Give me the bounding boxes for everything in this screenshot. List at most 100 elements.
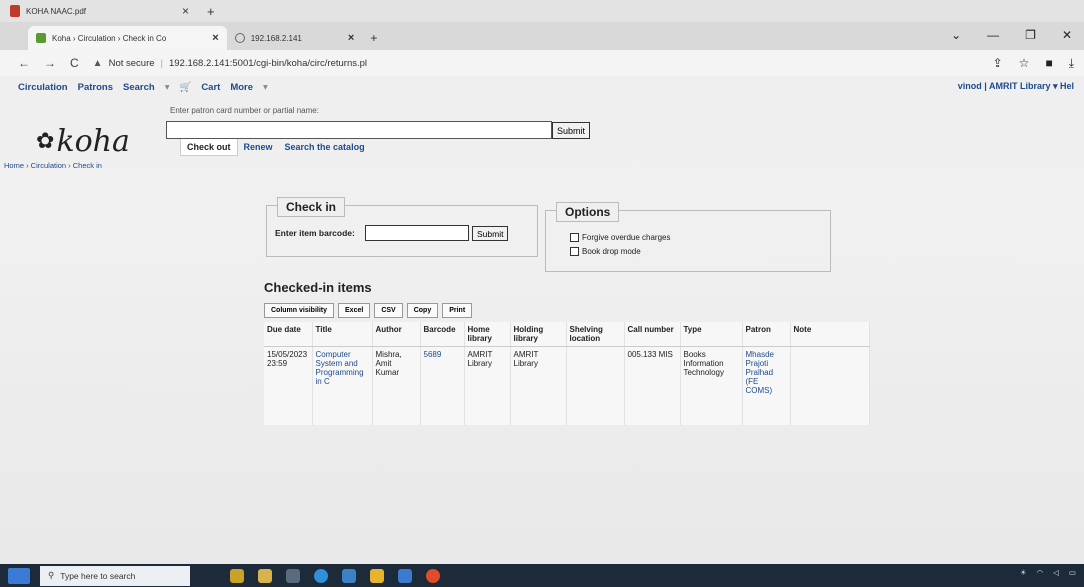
- wifi-icon[interactable]: ◠: [1037, 568, 1044, 577]
- security-label: Not secure: [108, 57, 155, 69]
- edge-icon[interactable]: [314, 568, 328, 583]
- cell-shelving-location: [566, 346, 625, 425]
- nav-circulation[interactable]: Circulation: [18, 82, 68, 93]
- notification-icon[interactable]: ▭: [1069, 568, 1076, 577]
- chevron-down-icon[interactable]: ▾: [165, 82, 170, 93]
- cart-icon: 🛒: [179, 81, 192, 93]
- tab-search-catalog[interactable]: Search the catalog: [279, 139, 371, 156]
- checkin-submit-button[interactable]: Submit: [472, 226, 509, 241]
- column-visibility-button[interactable]: Column visibility: [264, 303, 335, 318]
- back-icon[interactable]: ←: [18, 56, 30, 70]
- cell-title-link[interactable]: Computer System and Programming in C: [312, 346, 373, 425]
- reload-icon[interactable]: C: [70, 56, 79, 70]
- copy-button[interactable]: Copy: [406, 303, 439, 318]
- tab-title: Koha › Circulation › Check in Co: [52, 33, 167, 43]
- tab-ip[interactable]: 192.168.2.141 × +: [227, 26, 386, 50]
- option-forgive-charges[interactable]: Forgive overdue charges: [570, 233, 671, 242]
- col-barcode[interactable]: Barcode: [420, 322, 465, 347]
- nav-patrons[interactable]: Patrons: [78, 82, 113, 93]
- col-home-library[interactable]: Home library: [464, 322, 511, 347]
- col-call-number[interactable]: Call number: [624, 322, 681, 347]
- app-icon[interactable]: [230, 568, 244, 583]
- table-header-row: Due date Title Author Barcode Home libra…: [264, 322, 870, 347]
- cell-patron-link[interactable]: Mhasde Prajoti Pralhad (FE COMS): [742, 346, 791, 425]
- nav-more[interactable]: More: [230, 82, 253, 93]
- outer-tab-strip: KOHA NAAC.pdf × +: [0, 0, 1084, 22]
- cell-due-date: 15/05/2023 23:59: [264, 346, 313, 425]
- tab-check-out[interactable]: Check out: [180, 139, 238, 156]
- checkin-fieldset: Check in Enter item barcode: Submit: [266, 197, 538, 257]
- tab-koha-checkin[interactable]: Koha › Circulation › Check in Co ×: [28, 26, 227, 50]
- browser-actions: ⇪ ☆ ■ ⤓: [993, 56, 1074, 71]
- col-title[interactable]: Title: [312, 322, 373, 347]
- windows-start-icon[interactable]: [8, 567, 30, 584]
- chevron-down-icon[interactable]: ⌄: [951, 28, 961, 42]
- barcode-input[interactable]: [365, 225, 469, 241]
- windows-taskbar: ⚲ Type here to search ☀ ◠ ◁ ▭: [0, 564, 1084, 587]
- weather-icon[interactable]: ☀: [1020, 568, 1027, 577]
- options-fieldset: Options Forgive overdue charges Book dro…: [545, 202, 831, 272]
- close-icon[interactable]: ×: [348, 32, 354, 44]
- col-shelving-location[interactable]: Shelving location: [566, 322, 625, 347]
- checkin-legend: Check in: [277, 197, 346, 217]
- option-book-drop-mode[interactable]: Book drop mode: [570, 247, 641, 256]
- col-note[interactable]: Note: [790, 322, 870, 347]
- csv-button[interactable]: CSV: [374, 303, 403, 318]
- checkbox[interactable]: [570, 233, 579, 242]
- nav-search[interactable]: Search: [123, 82, 155, 93]
- new-tab-icon[interactable]: +: [207, 4, 215, 19]
- chevron-down-icon[interactable]: ▾: [263, 82, 268, 93]
- taskbar-search[interactable]: ⚲ Type here to search: [40, 565, 190, 586]
- close-icon[interactable]: ×: [212, 32, 218, 44]
- warning-icon: ▲: [92, 57, 103, 69]
- new-tab-icon[interactable]: +: [370, 31, 377, 45]
- koha-leaf-icon: ✿: [36, 129, 55, 154]
- cell-barcode-link[interactable]: 5689: [420, 346, 465, 425]
- star-icon[interactable]: ☆: [1019, 56, 1030, 71]
- task-view-icon[interactable]: [286, 568, 300, 583]
- breadcrumb[interactable]: Home › Circulation › Check in: [4, 161, 102, 170]
- nav-cart[interactable]: Cart: [201, 82, 220, 93]
- logo-text: koha: [56, 124, 130, 159]
- barcode-label: Enter item barcode:: [275, 228, 355, 238]
- url-text: 192.168.2.141:5001/cgi-bin/koha/circ/ret…: [168, 57, 368, 69]
- col-due-date[interactable]: Due date: [264, 322, 313, 347]
- checked-in-table: Due date Title Author Barcode Home libra…: [264, 322, 870, 425]
- col-holding-library[interactable]: Holding library: [510, 322, 567, 347]
- close-icon[interactable]: ×: [182, 4, 189, 18]
- chrome-icon[interactable]: [426, 568, 440, 583]
- koha-favicon-icon: [36, 33, 46, 43]
- checkbox[interactable]: [570, 247, 579, 256]
- close-window-icon[interactable]: ✕: [1062, 28, 1072, 42]
- excel-button[interactable]: Excel: [338, 303, 371, 318]
- table-row: 15/05/2023 23:59 Computer System and Pro…: [264, 346, 870, 425]
- koha-logo[interactable]: ✿ koha: [36, 124, 130, 159]
- tab-renew[interactable]: Renew: [238, 139, 279, 156]
- patron-search-submit-button[interactable]: Submit: [552, 122, 591, 139]
- store-icon[interactable]: [342, 568, 356, 583]
- folder-icon[interactable]: [370, 568, 384, 583]
- window-controls: ⌄ — ❐ ✕: [951, 28, 1072, 42]
- url-field[interactable]: ▲ Not secure | 192.168.2.141:5001/cgi-bi…: [93, 58, 367, 69]
- cell-call-number: 005.133 MIS: [624, 346, 681, 425]
- share-icon[interactable]: ⇪: [993, 56, 1003, 71]
- col-patron[interactable]: Patron: [742, 322, 791, 347]
- pdf-icon: [10, 5, 20, 17]
- minimize-icon[interactable]: —: [987, 28, 999, 42]
- volume-icon[interactable]: ◁: [1053, 568, 1059, 577]
- mail-icon[interactable]: [398, 568, 412, 583]
- option-label: Book drop mode: [582, 247, 641, 256]
- sidepanel-icon[interactable]: ■: [1045, 56, 1052, 71]
- koha-top-nav: Circulation Patrons Search ▾ 🛒 Cart More…: [0, 76, 1084, 98]
- app-icon[interactable]: [258, 568, 272, 583]
- patron-search-input[interactable]: [166, 121, 552, 139]
- taskbar-search-placeholder: Type here to search: [60, 570, 136, 581]
- restore-icon[interactable]: ❐: [1025, 28, 1036, 42]
- print-button[interactable]: Print: [442, 303, 473, 318]
- forward-icon[interactable]: →: [44, 56, 56, 70]
- col-author[interactable]: Author: [372, 322, 421, 347]
- download-icon[interactable]: ⤓: [1069, 56, 1074, 71]
- col-type[interactable]: Type: [680, 322, 743, 347]
- pdf-tab[interactable]: KOHA NAAC.pdf × +: [10, 4, 215, 19]
- user-menu[interactable]: vinod | AMRIT Library ▾ Hel: [958, 81, 1074, 92]
